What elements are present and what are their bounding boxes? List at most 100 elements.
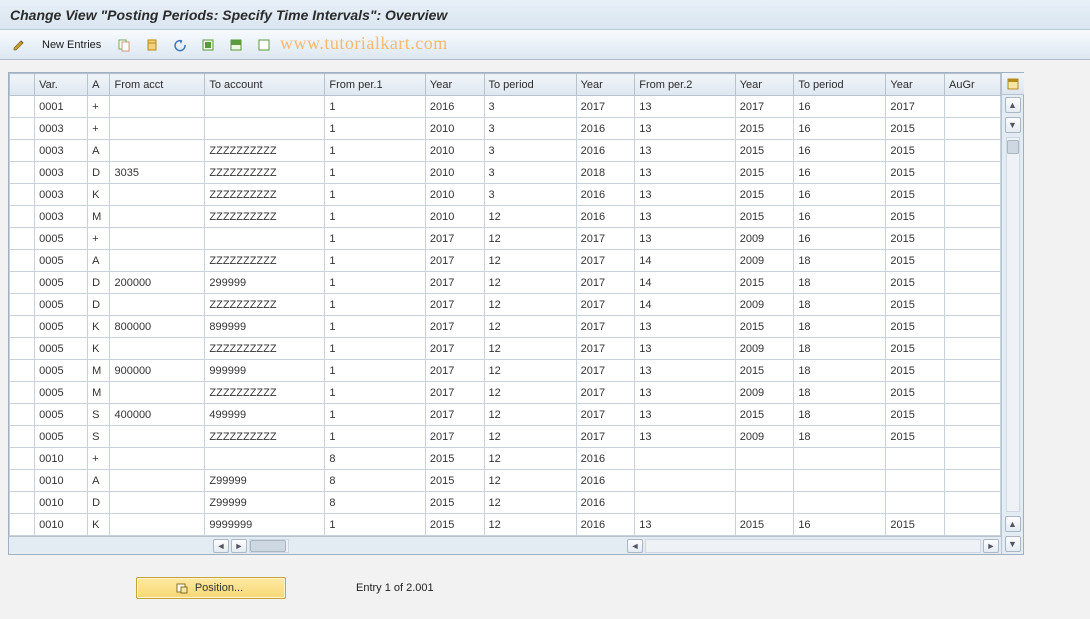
cell[interactable]: 0005: [35, 404, 88, 426]
cell[interactable]: 2016: [576, 206, 635, 228]
cell[interactable]: 13: [635, 514, 735, 536]
cell[interactable]: [205, 118, 325, 140]
cell[interactable]: [10, 140, 35, 162]
cell[interactable]: 2015: [735, 360, 794, 382]
cell[interactable]: 2015: [886, 404, 945, 426]
cell[interactable]: 16: [794, 206, 886, 228]
cell[interactable]: 0005: [35, 426, 88, 448]
cell[interactable]: 900000: [110, 360, 205, 382]
change-icon[interactable]: [8, 34, 30, 56]
cell[interactable]: 2015: [735, 404, 794, 426]
hscroll-track-left[interactable]: [249, 539, 289, 553]
cell[interactable]: 2010: [425, 206, 484, 228]
col-to-period1[interactable]: To period: [484, 74, 576, 96]
cell[interactable]: [945, 294, 1001, 316]
cell[interactable]: 0003: [35, 206, 88, 228]
cell[interactable]: 2015: [886, 206, 945, 228]
cell[interactable]: K: [88, 316, 110, 338]
cell[interactable]: 1: [325, 96, 425, 118]
cell[interactable]: 2015: [735, 514, 794, 536]
table-row[interactable]: 0001+1201632017132017162017: [10, 96, 1001, 118]
posting-periods-table[interactable]: Var. A From acct To account From per.1 Y…: [9, 73, 1001, 536]
cell[interactable]: [10, 426, 35, 448]
cell[interactable]: 2015: [735, 206, 794, 228]
position-button[interactable]: Position...: [136, 577, 286, 599]
cell[interactable]: 8: [325, 470, 425, 492]
cell[interactable]: [945, 338, 1001, 360]
cell[interactable]: 12: [484, 294, 576, 316]
cell[interactable]: 299999: [205, 272, 325, 294]
undo-icon[interactable]: [169, 34, 191, 56]
cell[interactable]: 0005: [35, 250, 88, 272]
deselect-all-icon[interactable]: [253, 34, 275, 56]
cell[interactable]: [794, 448, 886, 470]
cell[interactable]: D: [88, 492, 110, 514]
cell[interactable]: 1: [325, 426, 425, 448]
cell[interactable]: [10, 470, 35, 492]
col-select[interactable]: [10, 74, 35, 96]
cell[interactable]: 1: [325, 206, 425, 228]
cell[interactable]: ZZZZZZZZZZ: [205, 140, 325, 162]
cell[interactable]: 1: [325, 272, 425, 294]
cell[interactable]: [945, 492, 1001, 514]
cell[interactable]: [735, 448, 794, 470]
cell[interactable]: [10, 96, 35, 118]
cell[interactable]: [945, 96, 1001, 118]
cell[interactable]: ZZZZZZZZZZ: [205, 250, 325, 272]
table-row[interactable]: 0005KZZZZZZZZZZ12017122017132009182015: [10, 338, 1001, 360]
cell[interactable]: 2016: [576, 184, 635, 206]
cell[interactable]: A: [88, 250, 110, 272]
cell[interactable]: 2015: [886, 272, 945, 294]
cell[interactable]: [10, 316, 35, 338]
cell[interactable]: 2017: [576, 338, 635, 360]
vertical-scrollbar[interactable]: ▲ ▼ ▲ ▼: [1001, 73, 1023, 554]
cell[interactable]: 2010: [425, 162, 484, 184]
col-from-acct[interactable]: From acct: [110, 74, 205, 96]
cell[interactable]: 0005: [35, 228, 88, 250]
cell[interactable]: 12: [484, 404, 576, 426]
delete-icon[interactable]: [141, 34, 163, 56]
cell[interactable]: [110, 206, 205, 228]
cell[interactable]: 18: [794, 250, 886, 272]
cell[interactable]: 16: [794, 514, 886, 536]
cell[interactable]: 16: [794, 96, 886, 118]
cell[interactable]: 2009: [735, 228, 794, 250]
cell[interactable]: [886, 470, 945, 492]
vscroll-thumb[interactable]: [1007, 140, 1019, 154]
cell[interactable]: A: [88, 140, 110, 162]
cell[interactable]: 13: [635, 382, 735, 404]
cell[interactable]: [945, 382, 1001, 404]
cell[interactable]: [10, 162, 35, 184]
cell[interactable]: 1: [325, 118, 425, 140]
cell[interactable]: 2017: [425, 404, 484, 426]
cell[interactable]: [945, 140, 1001, 162]
cell[interactable]: 2015: [425, 470, 484, 492]
cell[interactable]: ZZZZZZZZZZ: [205, 162, 325, 184]
cell[interactable]: 2016: [576, 140, 635, 162]
cell[interactable]: [110, 338, 205, 360]
cell[interactable]: 0003: [35, 184, 88, 206]
cell[interactable]: 2009: [735, 294, 794, 316]
cell[interactable]: [886, 492, 945, 514]
cell[interactable]: 16: [794, 140, 886, 162]
cell[interactable]: 2015: [735, 316, 794, 338]
cell[interactable]: [10, 514, 35, 536]
cell[interactable]: 2009: [735, 338, 794, 360]
cell[interactable]: [10, 382, 35, 404]
cell[interactable]: 3: [484, 140, 576, 162]
cell[interactable]: 899999: [205, 316, 325, 338]
select-all-icon[interactable]: [197, 34, 219, 56]
cell[interactable]: 2015: [735, 140, 794, 162]
cell[interactable]: [794, 470, 886, 492]
cell[interactable]: 2017: [576, 228, 635, 250]
cell[interactable]: 1: [325, 316, 425, 338]
cell[interactable]: 2015: [886, 162, 945, 184]
cell[interactable]: [635, 470, 735, 492]
cell[interactable]: 0005: [35, 338, 88, 360]
cell[interactable]: [635, 448, 735, 470]
cell[interactable]: 1: [325, 140, 425, 162]
col-augr[interactable]: AuGr: [945, 74, 1001, 96]
cell[interactable]: K: [88, 338, 110, 360]
cell[interactable]: +: [88, 228, 110, 250]
cell[interactable]: 14: [635, 250, 735, 272]
